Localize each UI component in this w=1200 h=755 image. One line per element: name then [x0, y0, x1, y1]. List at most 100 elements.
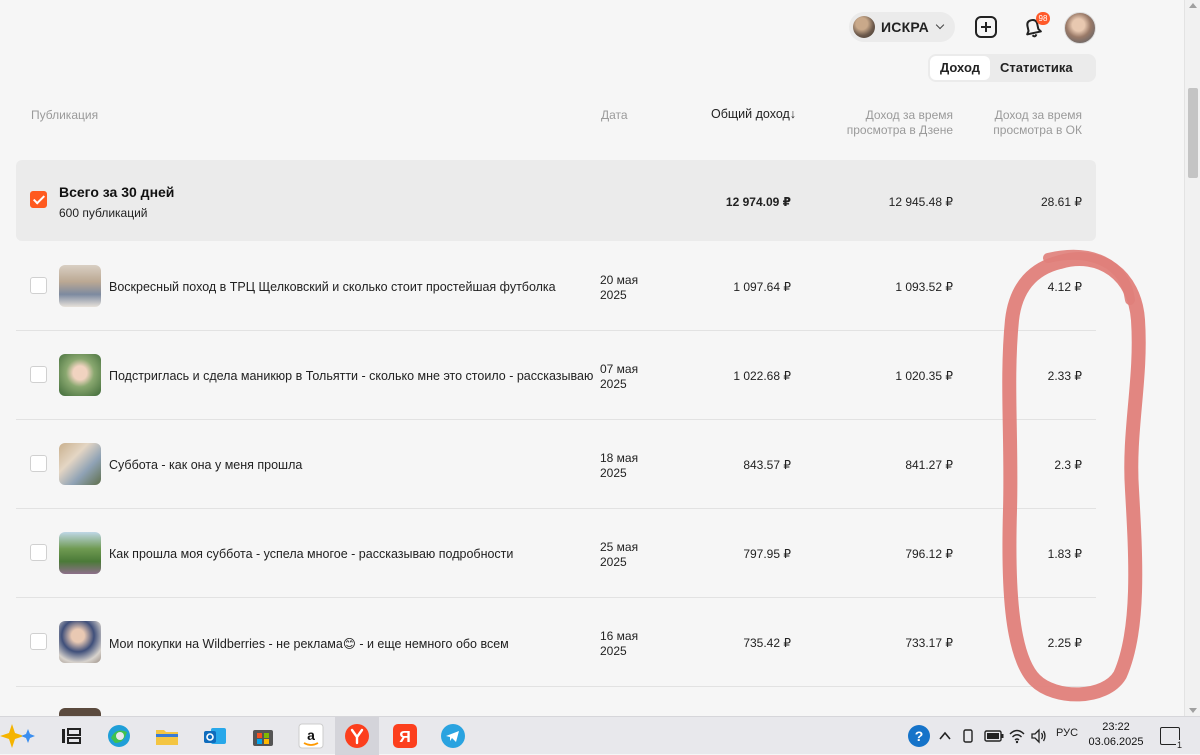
publication-thumbnail [59, 265, 101, 307]
help-icon[interactable]: ? [908, 725, 930, 747]
row-total-income: 1 022.68 ₽ [733, 369, 791, 383]
notification-center-icon[interactable]: 1 [1160, 727, 1183, 750]
row-dzen-income: 841.27 ₽ [905, 458, 953, 472]
row-total-income: 843.57 ₽ [743, 458, 791, 472]
publication-date-year: 2025 [600, 377, 627, 391]
chevron-down-icon [935, 20, 945, 30]
scroll-up-arrow-icon[interactable] [1189, 3, 1197, 8]
total-dzen-income-value: 12 945.48 ₽ [888, 195, 953, 209]
publication-title[interactable]: Как прошла моя суббота - успела многое -… [109, 547, 513, 561]
publication-date: 20 мая 2025 [600, 273, 638, 303]
yandex-browser-icon[interactable] [344, 723, 370, 749]
total-title: Всего за 30 дней [59, 184, 175, 200]
column-header-ok-income[interactable]: Доход за время просмотра в ОК [970, 108, 1082, 138]
publication-thumbnail [59, 621, 101, 663]
add-publication-button[interactable] [975, 16, 997, 38]
publication-title[interactable]: Воскресный поход в ТРЦ Щелковский и скол… [109, 280, 556, 294]
publication-date-day: 18 мая [600, 451, 639, 465]
row-ok-income: 2.33 ₽ [1047, 369, 1082, 383]
file-explorer-icon[interactable] [154, 723, 180, 749]
column-header-dzen-income-line1: Доход за время [865, 108, 953, 122]
table-row[interactable]: Как прошла моя суббота - успела многое -… [16, 509, 1096, 598]
edge-icon[interactable] [106, 723, 132, 749]
total-publications-count: 600 публикаций [59, 206, 148, 220]
row-checkbox[interactable] [30, 277, 47, 294]
row-dzen-income: 1 093.52 ₽ [895, 280, 953, 294]
tab-statistics[interactable]: Статистика [990, 56, 1083, 80]
income-tabs: Доход Статистика [928, 54, 1096, 82]
row-dzen-income: 796.12 ₽ [905, 547, 953, 561]
column-header-total-income-label: Общий доход [711, 107, 790, 121]
amazon-icon[interactable]: a [298, 723, 324, 749]
column-header-ok-income-line2: просмотра в ОК [993, 123, 1082, 137]
channel-switcher[interactable]: ИСКРА [849, 12, 955, 42]
clock-date: 03.06.2025 [1088, 736, 1144, 748]
column-header-ok-income-line1: Доход за время [994, 108, 1082, 122]
dzen-studio-income-page: ИСКРА 98 Доход Статистика Публикация Дат… [0, 0, 1184, 716]
column-header-dzen-income[interactable]: Доход за время просмотра в Дзене [822, 108, 953, 138]
clock[interactable]: 23:22 03.06.2025 [1084, 720, 1148, 750]
publication-date-day: 07 мая [600, 362, 639, 376]
help-glyph: ? [914, 728, 924, 744]
publication-thumbnail [59, 354, 101, 396]
table-row[interactable]: Суббота - как она у меня прошла 18 мая 2… [16, 420, 1096, 509]
user-avatar[interactable] [1064, 12, 1096, 44]
wifi-icon[interactable] [1008, 728, 1026, 744]
row-checkbox[interactable] [30, 544, 47, 561]
chevron-up-icon[interactable] [938, 729, 952, 743]
row-total-income: 1 097.64 ₽ [733, 280, 791, 294]
scroll-thumb[interactable] [1188, 88, 1198, 178]
volume-icon[interactable] [1030, 728, 1048, 744]
publication-thumbnail [59, 532, 101, 574]
publication-thumbnail [59, 708, 101, 716]
language-indicator[interactable]: РУС [1056, 727, 1078, 739]
select-all-checkbox[interactable] [30, 191, 47, 208]
publication-date: 07 мая 2025 [600, 362, 638, 392]
row-checkbox[interactable] [30, 633, 47, 650]
sort-arrow-icon: ↓ [789, 107, 797, 121]
row-dzen-income: 1 020.35 ₽ [895, 369, 953, 383]
column-header-publication: Публикация [31, 108, 99, 122]
yandex-icon[interactable]: Я [392, 723, 418, 749]
phone-link-icon[interactable] [962, 728, 976, 744]
outlook-icon[interactable] [202, 723, 228, 749]
row-ok-income: 1.83 ₽ [1047, 547, 1082, 561]
table-row[interactable]: Воскресный поход в ТРЦ Щелковский и скол… [16, 242, 1096, 331]
row-ok-income: 2.25 ₽ [1047, 636, 1082, 650]
table-row[interactable]: Подстриглась и сдела маникюр в Тольятти … [16, 331, 1096, 420]
publication-date-year: 2025 [600, 644, 627, 658]
telegram-icon[interactable] [440, 723, 466, 749]
total-row: Всего за 30 дней 600 публикаций 12 974.0… [16, 160, 1096, 241]
clock-time: 23:22 [1102, 721, 1130, 733]
publication-date-year: 2025 [600, 288, 627, 302]
row-ok-income: 2.3 ₽ [1054, 458, 1082, 472]
svg-text:Я: Я [399, 729, 411, 746]
publication-title[interactable]: Суббота - как она у меня прошла [109, 458, 302, 472]
notifications-badge: 98 [1036, 12, 1050, 25]
total-income-value: 12 974.09 ₽ [725, 195, 791, 209]
column-header-total-income[interactable]: Общий доход↓ [711, 107, 796, 122]
publication-date: 16 мая 2025 [600, 629, 638, 659]
row-checkbox[interactable] [30, 366, 47, 383]
copilot-icon[interactable] [0, 721, 44, 751]
windows-taskbar: a Я ? РУС 23:22 03.06.2025 1 [0, 716, 1200, 755]
scroll-down-arrow-icon[interactable] [1189, 708, 1197, 713]
store-icon[interactable] [250, 723, 276, 749]
row-checkbox[interactable] [30, 455, 47, 472]
task-view-icon[interactable] [58, 723, 84, 749]
publication-title[interactable]: Мои покупки на Wildberries - не реклама😊… [109, 636, 509, 651]
row-total-income: 735.42 ₽ [743, 636, 791, 650]
battery-icon[interactable] [984, 730, 1004, 742]
publication-date-day: 20 мая [600, 273, 639, 287]
publication-thumbnail [59, 443, 101, 485]
vertical-scrollbar[interactable] [1184, 0, 1200, 716]
column-header-dzen-income-line2: просмотра в Дзене [846, 123, 953, 137]
publication-date-year: 2025 [600, 555, 627, 569]
row-total-income: 797.95 ₽ [743, 547, 791, 561]
column-header-date: Дата [601, 108, 628, 122]
publication-title[interactable]: Подстриглась и сдела маникюр в Тольятти … [109, 369, 593, 383]
tab-income[interactable]: Доход [930, 56, 990, 80]
channel-avatar [853, 16, 875, 38]
row-ok-income: 4.12 ₽ [1047, 280, 1082, 294]
table-row[interactable]: Мои покупки на Wildberries - не реклама😊… [16, 598, 1096, 687]
